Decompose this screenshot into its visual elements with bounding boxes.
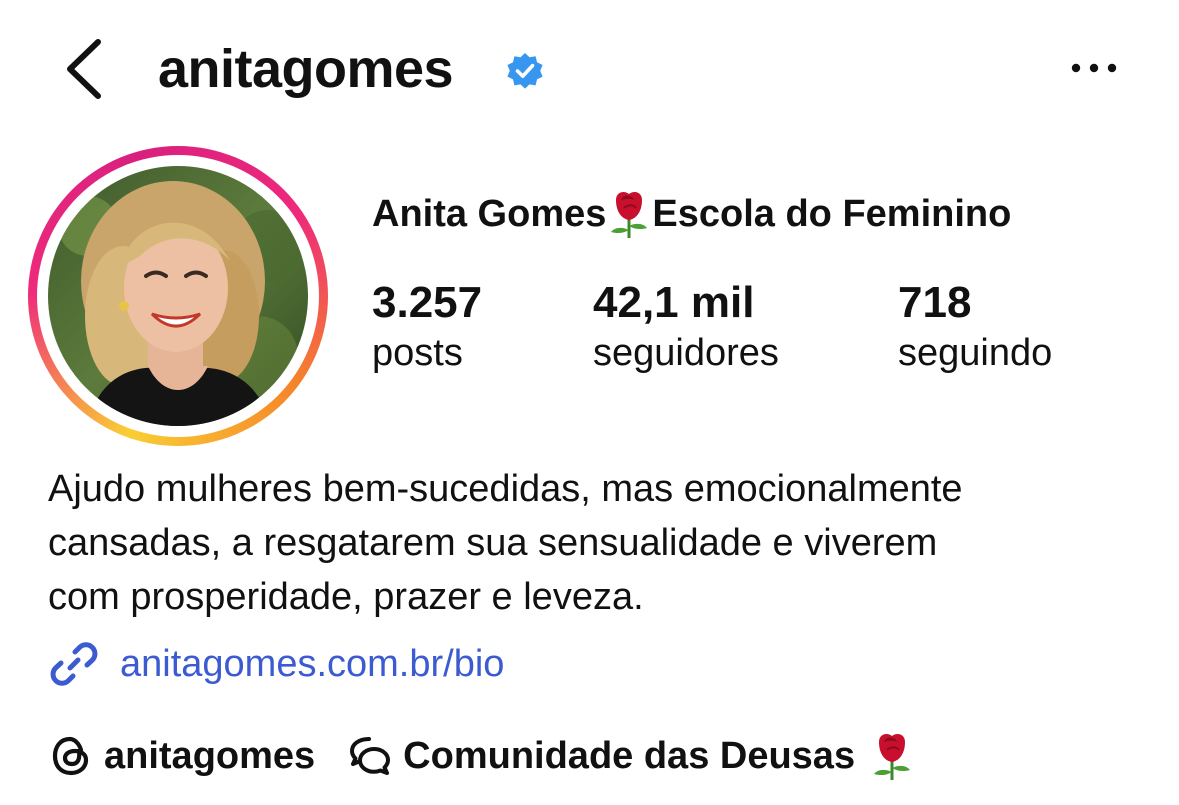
top-bar: anitagomes bbox=[0, 0, 1179, 140]
bio-line: Ajudo mulheres bem-sucedidas, mas emocio… bbox=[48, 468, 963, 510]
verified-badge-icon bbox=[507, 53, 543, 89]
bio-link[interactable]: anitagomes.com.br/bio bbox=[48, 634, 504, 694]
threads-chip[interactable]: anitagomes bbox=[48, 733, 315, 779]
link-icon bbox=[50, 642, 98, 686]
stat-followers-value: 42,1 mil bbox=[593, 278, 755, 327]
bio-line: com prosperidade, prazer e leveza. bbox=[48, 576, 644, 618]
avatar[interactable] bbox=[48, 166, 308, 426]
threads-icon bbox=[52, 736, 89, 776]
bio-link-text: anitagomes.com.br/bio bbox=[120, 642, 505, 685]
stat-followers-label: seguidores bbox=[593, 332, 779, 374]
display-name: Anita Gomes Escola do Feminino bbox=[372, 188, 1011, 240]
community-label: Comunidade das Deusas bbox=[403, 734, 856, 777]
threads-label: anitagomes bbox=[104, 734, 316, 777]
rose-icon bbox=[874, 734, 911, 780]
stat-following-label: seguindo bbox=[898, 332, 1053, 374]
chevron-left-icon[interactable] bbox=[58, 36, 108, 102]
more-horizontal-icon[interactable] bbox=[1066, 48, 1122, 88]
stat-posts[interactable]: 3.257 posts bbox=[372, 278, 482, 378]
stat-posts-value: 3.257 bbox=[372, 278, 483, 327]
stat-following[interactable]: 718 seguindo bbox=[898, 278, 1052, 378]
stat-followers[interactable]: 42,1 mil seguidores bbox=[593, 278, 779, 378]
display-name-text: Anita Gomes bbox=[372, 193, 607, 235]
bio-line: cansadas, a resgatarem sua sensualidade … bbox=[48, 522, 938, 564]
chat-bubbles-icon bbox=[350, 737, 391, 775]
display-name-suffix: Escola do Feminino bbox=[652, 193, 1012, 235]
stat-following-value: 718 bbox=[898, 278, 972, 327]
bio: Ajudo mulheres bem-sucedidas, mas emocio… bbox=[48, 462, 1148, 624]
profile-username: anitagomes bbox=[158, 39, 454, 99]
avatar-photo bbox=[48, 166, 308, 426]
community-chip[interactable]: Comunidade das Deusas bbox=[347, 730, 915, 782]
rose-icon bbox=[611, 192, 648, 238]
stat-posts-label: posts bbox=[372, 332, 463, 374]
story-ring[interactable] bbox=[28, 146, 328, 446]
profile-chips: anitagomes Comunidade das Deusas bbox=[48, 724, 915, 788]
